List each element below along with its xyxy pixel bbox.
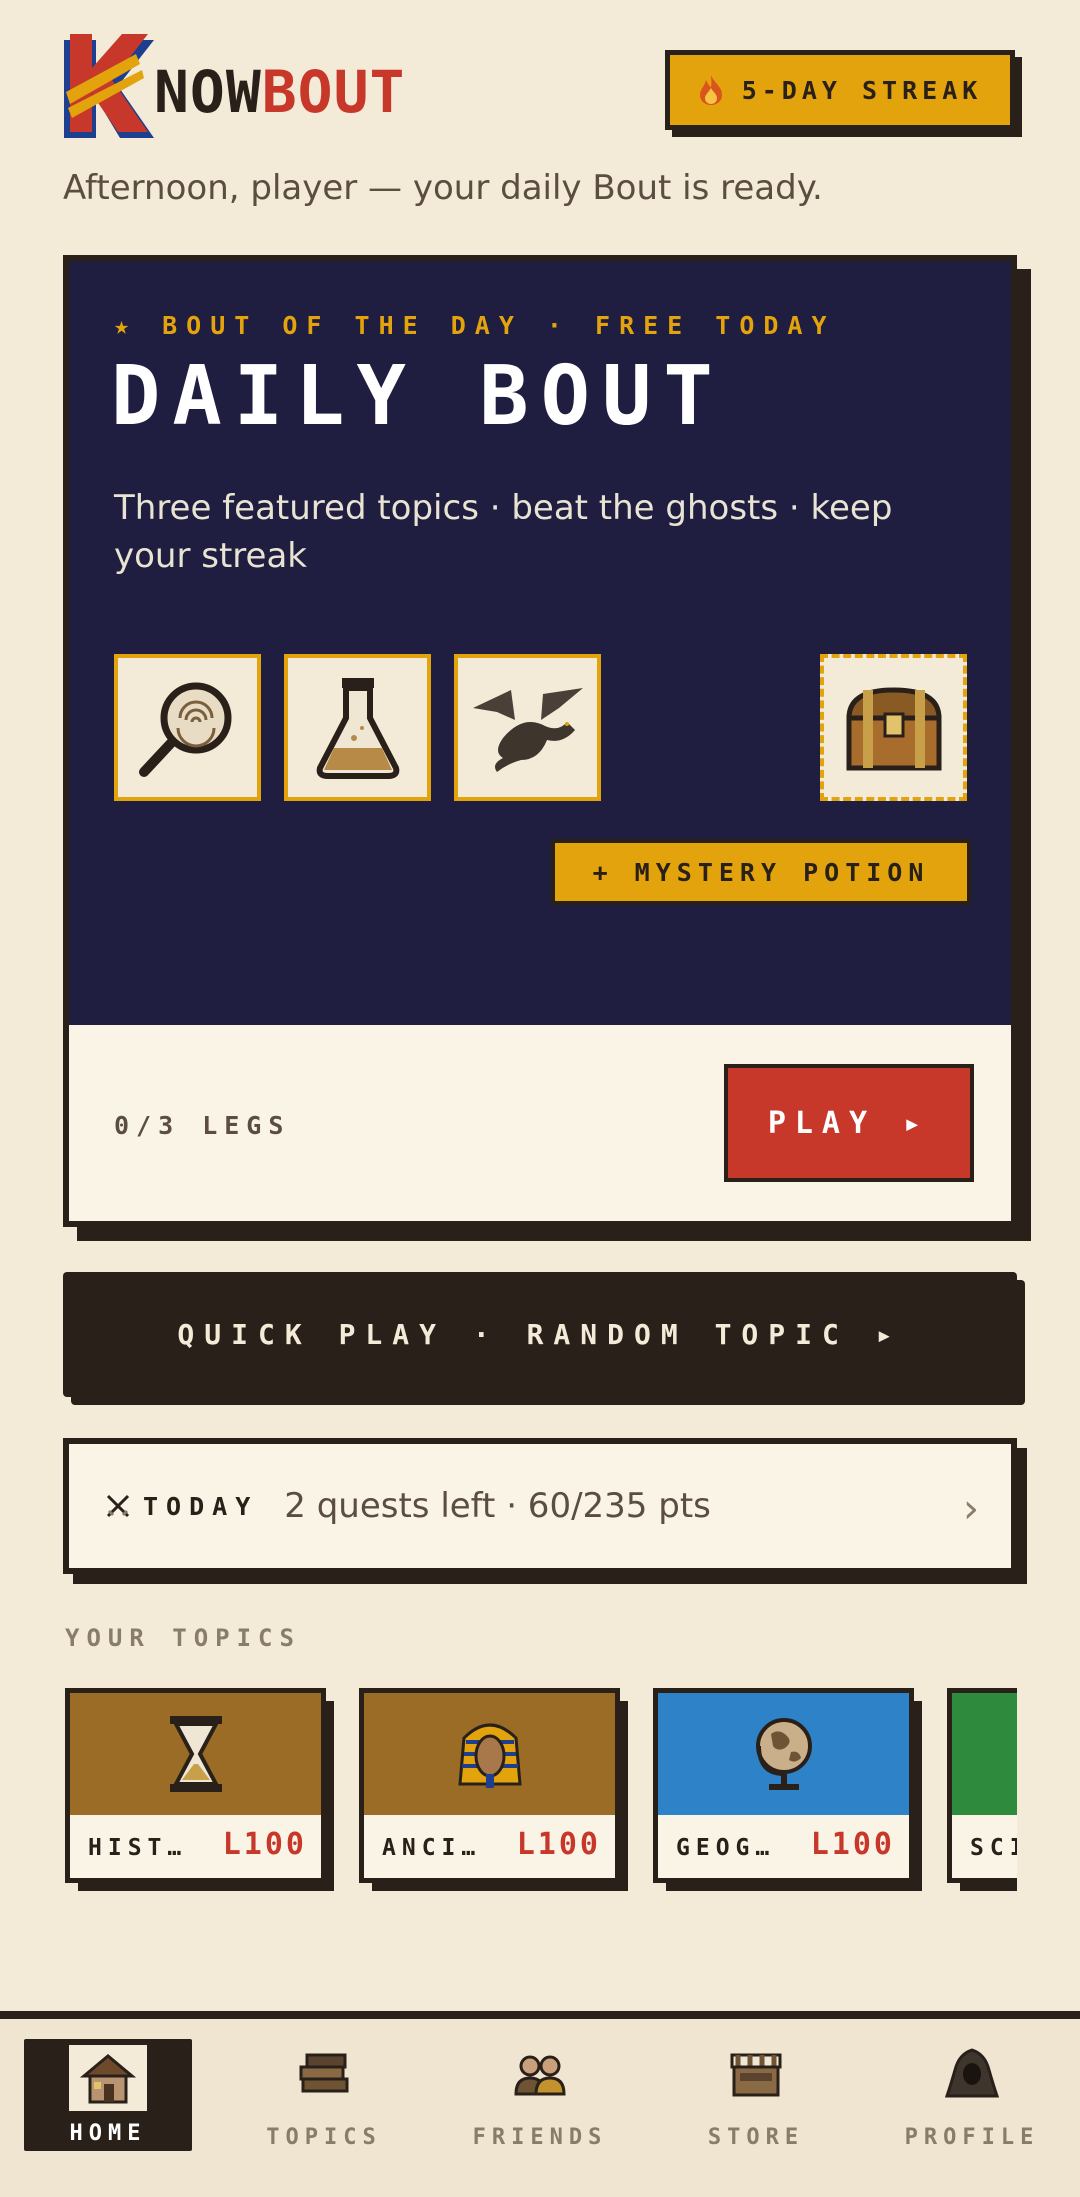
today-quests-row[interactable]: TODAY 2 quests left · 60/235 pts › (63, 1438, 1017, 1574)
featured-topic-3[interactable] (454, 654, 601, 801)
topics-carousel[interactable]: HIST… L100 ANCI… L100 GEOG… L100 SC (63, 1688, 1017, 1898)
logo-wordmark: NOWBOUT (154, 58, 406, 126)
treasure-chest-icon (845, 686, 942, 770)
dragon-icon (472, 687, 583, 772)
nav-item-friends[interactable]: FRIENDS (456, 2039, 624, 2151)
hooded-figure-icon (934, 2039, 1010, 2109)
globe-icon (755, 1718, 812, 1790)
legs-progress: 0/3 LEGS (114, 1111, 291, 1140)
market-stall-icon (718, 2039, 794, 2109)
topic-name: HIST… (88, 1835, 188, 1861)
today-quests-text: 2 quests left · 60/235 pts (284, 1486, 711, 1526)
topic-card-science[interactable]: SCI (947, 1688, 1017, 1891)
quick-play-button[interactable]: QUICK PLAY · RANDOM TOPIC ▸ (63, 1272, 1017, 1397)
friends-icon (502, 2039, 578, 2109)
featured-topic-2[interactable] (284, 654, 431, 801)
magnifier-fingerprint-icon (138, 682, 231, 777)
nav-label: PROFILE (904, 2125, 1040, 2150)
logo-k-icon (64, 34, 154, 138)
topic-card-geography[interactable]: GEOG… L100 (653, 1688, 922, 1891)
streak-label: 5-DAY STREAK (741, 75, 983, 105)
daily-subtitle: Three featured topics · beat the ghosts … (114, 488, 893, 576)
topic-name: GEOG… (676, 1835, 776, 1861)
daily-bout-hero: ★ BOUT OF THE DAY · FREE TODAY DAILY BOU… (69, 261, 1011, 1025)
today-label: TODAY (143, 1491, 259, 1521)
mystery-potion-button[interactable]: + MYSTERY POTION (551, 839, 971, 905)
greeting-text: Afternoon, player — your daily Bout is r… (63, 168, 823, 208)
daily-title: DAILY BOUT (111, 349, 725, 444)
nav-item-store[interactable]: STORE (672, 2039, 840, 2151)
daily-eyebrow: ★ BOUT OF THE DAY · FREE TODAY (114, 311, 836, 340)
nav-label: FRIENDS (472, 2125, 608, 2150)
your-topics-heading: YOUR TOPICS (65, 1624, 301, 1652)
nav-item-topics[interactable]: TOPICS (240, 2039, 408, 2151)
topic-level: L100 (222, 1827, 307, 1862)
streak-badge[interactable]: 5-DAY STREAK (665, 50, 1015, 130)
daily-bout-card: ★ BOUT OF THE DAY · FREE TODAY DAILY BOU… (63, 255, 1017, 1227)
topic-art (70, 1693, 321, 1815)
topic-art (658, 1693, 909, 1815)
topic-art (952, 1693, 1017, 1815)
pharaoh-icon (457, 1723, 522, 1788)
flame-icon (699, 75, 722, 105)
mystery-chest-tile[interactable] (820, 654, 967, 801)
nav-item-home[interactable]: HOME (24, 2039, 192, 2151)
featured-topic-1[interactable] (114, 654, 261, 801)
topic-art (364, 1693, 615, 1815)
crossed-swords-icon (106, 1494, 130, 1518)
nav-label: STORE (707, 2125, 805, 2150)
topic-name: ANCI… (382, 1835, 482, 1861)
house-icon (69, 2045, 147, 2111)
chevron-right-icon: › (963, 1486, 979, 1532)
hourglass-icon (169, 1716, 222, 1792)
topic-card-history[interactable]: HIST… L100 (65, 1688, 334, 1891)
topic-level: L100 (516, 1827, 601, 1862)
play-button[interactable]: PLAY ▸ (724, 1064, 974, 1182)
topic-name: SCI (970, 1835, 1017, 1861)
nav-label: TOPICS (266, 2125, 382, 2150)
nav-label: HOME (69, 2121, 147, 2146)
books-icon (286, 2039, 362, 2109)
topic-card-ancient[interactable]: ANCI… L100 (359, 1688, 628, 1891)
app-logo: NOWBOUT (62, 34, 462, 146)
nav-item-profile[interactable]: PROFILE (888, 2039, 1056, 2151)
topic-level: L100 (810, 1827, 895, 1862)
flask-icon (316, 677, 399, 779)
bottom-nav: HOME TOPICS FRIENDS STORE PROFILE (0, 2011, 1080, 2197)
